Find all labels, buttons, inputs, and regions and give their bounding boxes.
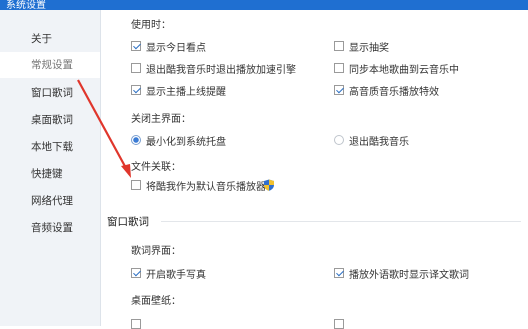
- option-show-lottery-label: 显示抽奖: [349, 43, 389, 54]
- option-hq-effects-label: 高音质音乐播放特效: [349, 87, 439, 98]
- wallpaper-label: 桌面壁纸：: [131, 296, 181, 307]
- option-show-lottery-checkbox[interactable]: [334, 41, 344, 51]
- sidebar-item-audio[interactable]: 音频设置: [0, 215, 100, 241]
- translated-lyrics-checkbox[interactable]: [334, 268, 344, 278]
- option-anchor-reminder-label: 显示主播上线提醒: [146, 87, 226, 98]
- singer-photo-checkbox[interactable]: [131, 268, 141, 278]
- singer-photo-label: 开启歌手写真: [146, 270, 206, 281]
- option-show-today-checkbox[interactable]: [131, 41, 141, 51]
- sidebar-item-local-download[interactable]: 本地下载: [0, 134, 100, 160]
- sidebar-item-about[interactable]: 关于: [0, 26, 100, 52]
- settings-sidebar: 关于 常规设置 窗口歌词 桌面歌词 本地下载 快捷键 网络代理 音频设置: [0, 10, 101, 326]
- settings-content: 使用时： 显示今日看点 显示抽奖 退出酷我音乐时退出播放加速引擎 同步本地歌曲到…: [101, 10, 528, 329]
- option-hq-effects-checkbox[interactable]: [334, 85, 344, 95]
- sidebar-item-proxy[interactable]: 网络代理: [0, 188, 100, 214]
- uac-shield-icon: [264, 179, 274, 191]
- sidebar-item-desktop-lyrics[interactable]: 桌面歌词: [0, 107, 100, 133]
- sidebar-item-window-lyrics[interactable]: 窗口歌词: [0, 80, 100, 106]
- close-section-label: 关闭主界面：: [131, 114, 191, 125]
- window-titlebar: 系统设置: [0, 0, 528, 10]
- option-sync-cloud-label: 同步本地歌曲到云音乐中: [349, 65, 459, 76]
- close-exit-radio[interactable]: [334, 135, 344, 145]
- translated-lyrics-label: 播放外语歌时显示译文歌词: [349, 270, 469, 281]
- default-player-checkbox[interactable]: [131, 180, 141, 190]
- wallpaper-option-checkbox[interactable]: [131, 319, 141, 329]
- close-minimize-radio[interactable]: [131, 135, 141, 145]
- option-exit-engine-label: 退出酷我音乐时退出播放加速引擎: [146, 65, 296, 76]
- window-lyrics-section-title: 窗口歌词: [107, 216, 149, 228]
- close-exit-label: 退出酷我音乐: [349, 137, 409, 148]
- option-exit-engine-checkbox[interactable]: [131, 63, 141, 73]
- default-player-label: 将酷我作为默认音乐播放器: [146, 182, 266, 193]
- option-anchor-reminder-checkbox[interactable]: [131, 85, 141, 95]
- file-assoc-section-label: 文件关联：: [131, 162, 181, 173]
- section-divider: [161, 221, 521, 222]
- lyrics-ui-label: 歌词界面：: [131, 246, 181, 257]
- window-title: 系统设置: [6, 0, 46, 10]
- close-minimize-label: 最小化到系统托盘: [146, 137, 226, 148]
- wallpaper-option-2-checkbox[interactable]: [334, 319, 344, 329]
- option-sync-cloud-checkbox[interactable]: [334, 63, 344, 73]
- sidebar-item-general[interactable]: 常规设置: [0, 52, 100, 78]
- option-show-today-label: 显示今日看点: [146, 43, 206, 54]
- startup-section-label: 使用时：: [131, 20, 171, 31]
- sidebar-item-hotkeys[interactable]: 快捷键: [0, 161, 100, 187]
